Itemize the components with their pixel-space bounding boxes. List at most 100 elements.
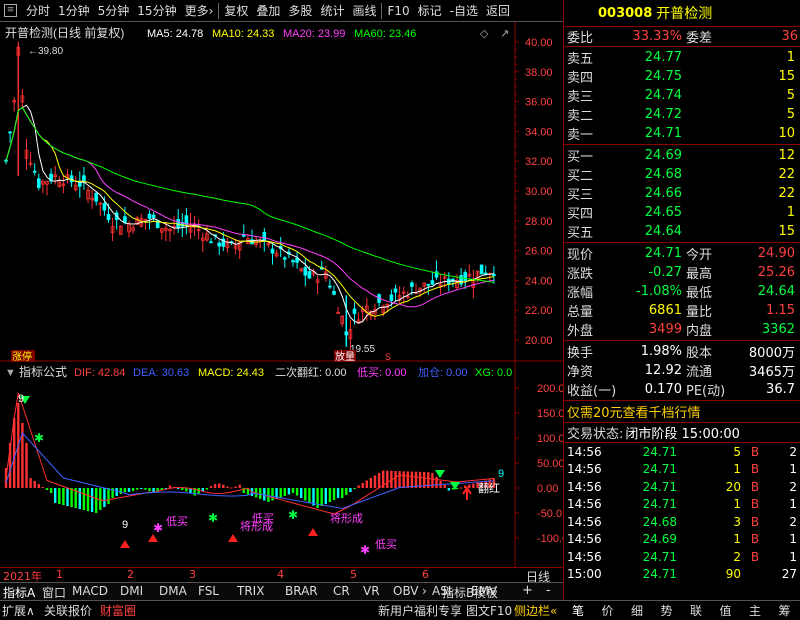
macd-bar: [54, 488, 57, 503]
sell-row[interactable]: 卖一 24.71 10: [564, 124, 800, 143]
tick-time: 14:56: [567, 462, 602, 477]
tick-count: 1: [789, 462, 797, 477]
sell-row[interactable]: 卖二 24.72 5: [564, 105, 800, 124]
stat-value: 1.15: [766, 303, 795, 318]
macd-bar: [218, 483, 221, 488]
price-axis-label: 32.00: [525, 156, 553, 168]
toolbar-item-10[interactable]: F10: [383, 0, 413, 22]
kline-chart[interactable]: 40.00 38.00 36.00 34.00 32.00 30.00 28.00 26.00…: [0, 22, 563, 362]
promo-text[interactable]: 仅需20元查看千档行情: [567, 402, 701, 421]
buy-row[interactable]: 买五 24.64 15: [564, 222, 800, 241]
toolbar-item-12[interactable]: -自选: [446, 0, 482, 22]
indicator-tab-9[interactable]: VR: [363, 584, 380, 598]
collapse-icon[interactable]: ◇: [480, 28, 489, 40]
toolbar-item-6[interactable]: 叠加: [252, 0, 284, 22]
tick-price: 24.71: [642, 549, 677, 564]
price-axis-label: 40.00: [525, 37, 553, 49]
expand-icon[interactable]: ↗: [500, 28, 509, 40]
side-tab-5[interactable]: 值: [720, 601, 732, 620]
stat-label: 今开: [686, 248, 713, 263]
stat-label: 涨幅: [567, 286, 594, 301]
macd-bar: [394, 470, 397, 488]
month-3: 3: [189, 568, 196, 581]
indicator-tab-1[interactable]: 窗口: [42, 584, 66, 601]
toolbar-item-0[interactable]: 分时: [22, 0, 54, 22]
toolbar-item-8[interactable]: 统计: [316, 0, 348, 22]
toolbar-item-5[interactable]: 复权: [220, 0, 252, 22]
buy-row[interactable]: 买三 24.66 22: [564, 184, 800, 203]
macd-bar: [447, 488, 450, 491]
stat-row: 总量 6861 量比 1.15: [564, 301, 800, 320]
indicator-tab-8[interactable]: CR: [333, 584, 350, 598]
status-row: 交易状态: 闭市阶段 15:00:00: [564, 423, 800, 443]
toolbar-item-11[interactable]: 标记: [414, 0, 446, 22]
add-tab-button[interactable]: +: [522, 583, 533, 598]
buy-volume: 15: [778, 224, 795, 239]
bottom-left-0[interactable]: 扩展∧: [2, 601, 35, 620]
toolbar-item-1[interactable]: 1分钟: [54, 0, 94, 22]
side-tab-2[interactable]: 细: [631, 601, 643, 620]
menu-icon[interactable]: ≡: [4, 4, 17, 17]
indicator-axis-label: 150.0: [537, 408, 563, 420]
toolbar-item-2[interactable]: 5分钟: [94, 0, 134, 22]
indicator-chart[interactable]: 200.0 150.0 100.0 50.00 0.00 -50.0 -100.0 ✱ ✱ ✱ ✱…: [0, 362, 563, 567]
side-tab-7[interactable]: 筹: [779, 601, 791, 620]
sell-row[interactable]: 卖五 24.77 1: [564, 48, 800, 67]
sell-row[interactable]: 卖四 24.75 15: [564, 67, 800, 86]
indicator-tab-10[interactable]: OBV: [393, 584, 419, 598]
candle-body: [106, 214, 111, 221]
macd-bar: [213, 484, 217, 488]
macd-bar: [398, 471, 401, 488]
buy-row[interactable]: 买四 24.65 1: [564, 203, 800, 222]
indicator-tab-right-0[interactable]: 指标B: [442, 584, 474, 601]
remove-tab-button[interactable]: -: [546, 583, 551, 598]
macd-bar: [168, 485, 172, 488]
macd-bar: [402, 471, 405, 488]
candle-body: [389, 294, 394, 301]
tabs-more-icon[interactable]: ›: [422, 584, 427, 598]
tick-count: 1: [789, 532, 797, 547]
side-tab-6[interactable]: 主: [749, 601, 761, 620]
stat-row: 涨跌 -0.27 最高 25.26: [564, 263, 800, 282]
tick-count: 27: [781, 567, 797, 582]
tick-price: 24.68: [642, 514, 677, 529]
side-tab-4[interactable]: 联: [690, 601, 702, 620]
indicator-tab-2[interactable]: MACD: [72, 584, 108, 598]
side-tab-1[interactable]: 价: [602, 601, 614, 620]
toolbar-item-4[interactable]: 更多›: [181, 0, 218, 22]
indicator-tab-4[interactable]: DMA: [159, 584, 187, 598]
sell-row[interactable]: 卖三 24.74 5: [564, 86, 800, 105]
bottom-bar: 扩展∧ 关联报价 财富圈 新用户福利专享 图文F10 侧边栏« 笔价细势联值主筹: [0, 600, 800, 620]
toolbar-item-9[interactable]: 画线: [348, 0, 380, 22]
promo-link[interactable]: 新用户福利专享: [378, 601, 462, 620]
indicator-tab-6[interactable]: TRIX: [237, 584, 264, 598]
side-tab-3[interactable]: 势: [661, 601, 673, 620]
indicator-tab-7[interactable]: BRAR: [285, 584, 318, 598]
f10-link[interactable]: 图文F10: [466, 601, 512, 620]
jiagu-label: 加仓: 0.00: [418, 365, 468, 379]
tick-volume: 1: [733, 462, 741, 477]
sell-price: 24.75: [644, 69, 682, 84]
toolbar-item-3[interactable]: 15分钟: [133, 0, 180, 22]
side-tab-0[interactable]: 笔: [572, 601, 584, 620]
indicator-tab-5[interactable]: FSL: [198, 584, 219, 598]
buy-row[interactable]: 买二 24.68 22: [564, 165, 800, 184]
sidebar-toggle[interactable]: 侧边栏«: [514, 601, 557, 620]
indicator-tab-0[interactable]: 指标A: [3, 584, 35, 601]
macd-bar: [152, 488, 155, 492]
macd-bar: [316, 488, 319, 508]
bottom-left-1[interactable]: 关联报价: [44, 601, 92, 620]
star-mark: ✱: [288, 508, 298, 522]
toolbar-item-7[interactable]: 多股: [284, 0, 316, 22]
indicator-toggle-icon[interactable]: ▼: [5, 367, 16, 379]
bottom-left-2[interactable]: 财富圈: [100, 601, 136, 620]
toolbar-item-13[interactable]: 返回: [482, 0, 514, 22]
indicator-tab-right-1[interactable]: 模板: [474, 584, 498, 601]
tick-side: B: [750, 479, 760, 494]
buy-row[interactable]: 买一 24.69 12: [564, 146, 800, 165]
stat-value: 6861: [648, 303, 682, 318]
promo-row[interactable]: 仅需20元查看千档行情: [564, 401, 800, 423]
sell-price: 24.74: [644, 88, 682, 103]
macd-bar: [90, 488, 94, 512]
indicator-tab-3[interactable]: DMI: [120, 584, 143, 598]
